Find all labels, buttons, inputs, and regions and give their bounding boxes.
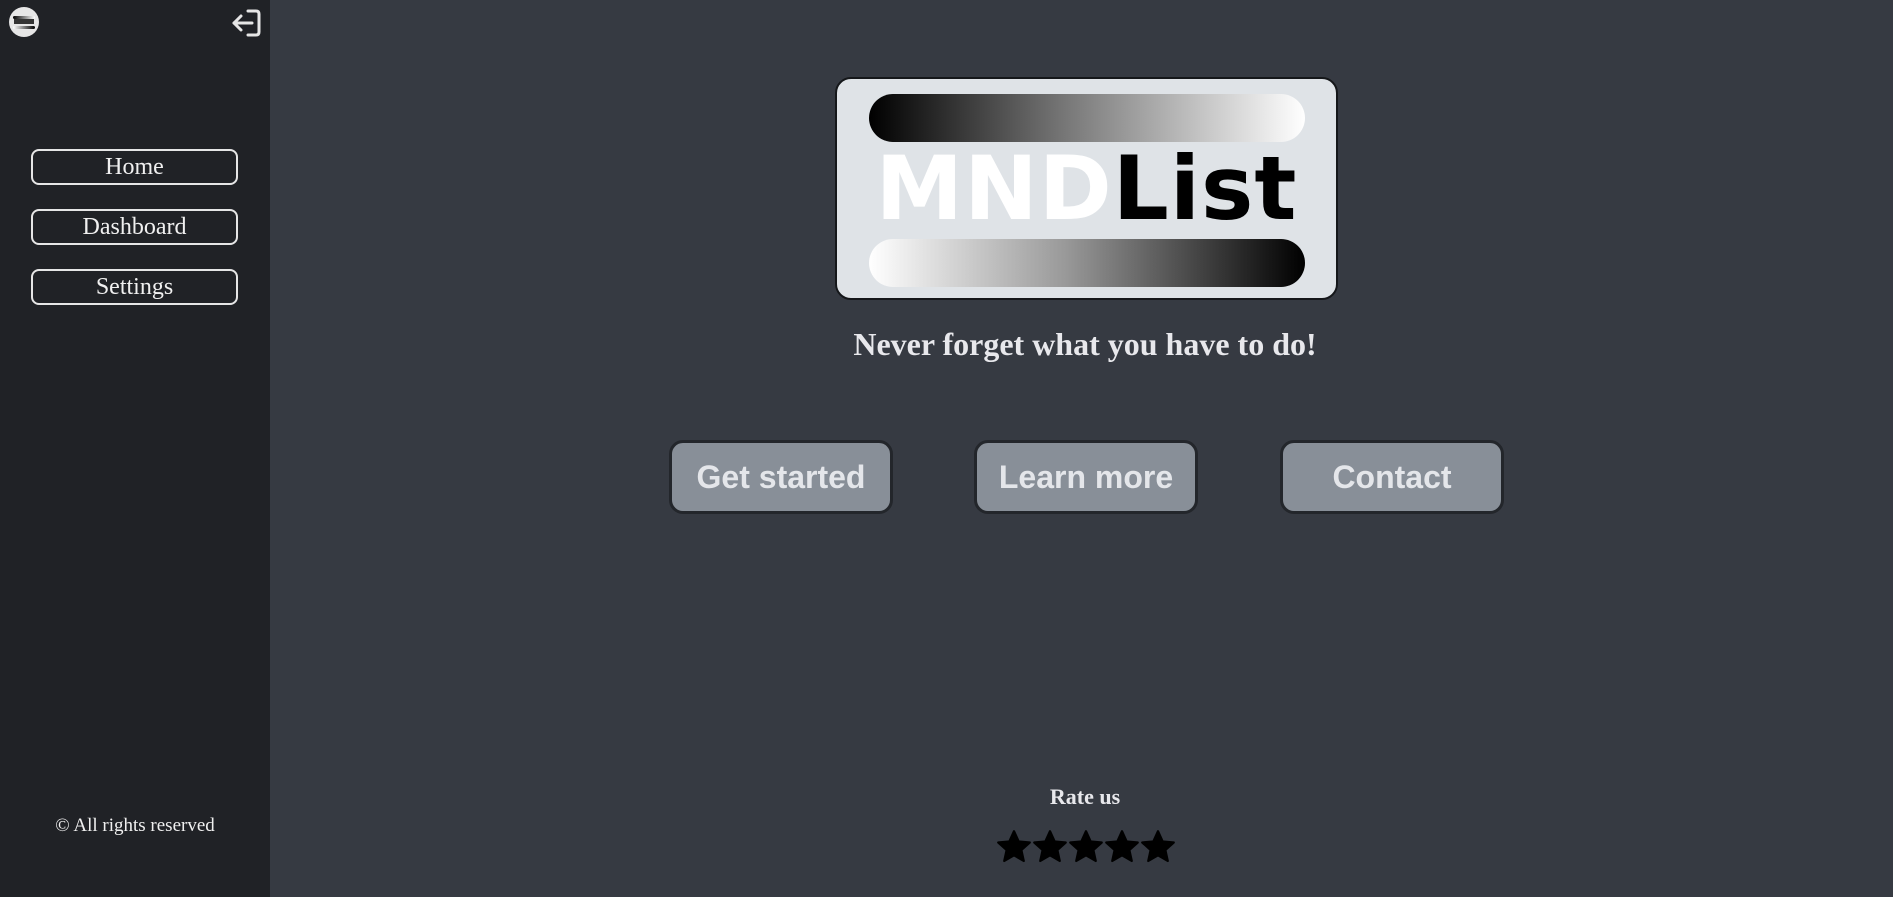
- app-root: Home Dashboard Settings © All rights res…: [0, 0, 1893, 897]
- logo-text-mnd: MND: [875, 137, 1113, 240]
- main-content: MNDList Never forget what you have to do…: [270, 0, 1893, 897]
- nav-home-button[interactable]: Home: [31, 149, 238, 185]
- logo-wordmark: MNDList: [837, 139, 1336, 239]
- star-icon[interactable]: [1104, 829, 1140, 865]
- star-icon[interactable]: [996, 829, 1032, 865]
- logo-bottom-gradient-bar: [869, 239, 1305, 287]
- sidebar: Home Dashboard Settings © All rights res…: [0, 0, 270, 897]
- copyright-text: © All rights reserved: [55, 815, 215, 836]
- app-logo-avatar-icon[interactable]: [9, 7, 39, 37]
- mndlist-logo: MNDList: [835, 77, 1338, 300]
- star-rating: [996, 829, 1186, 869]
- tagline: Never forget what you have to do!: [853, 326, 1317, 362]
- logo-top-gradient-bar: [869, 94, 1305, 142]
- learn-more-button[interactable]: Learn more: [974, 440, 1198, 514]
- logo-text-list: List: [1112, 137, 1298, 240]
- nav-dashboard-button[interactable]: Dashboard: [31, 209, 238, 245]
- contact-button[interactable]: Contact: [1280, 440, 1504, 514]
- rate-us-label: Rate us: [1049, 784, 1121, 809]
- get-started-button[interactable]: Get started: [669, 440, 893, 514]
- sidebar-nav: Home Dashboard Settings: [31, 149, 238, 329]
- star-icon[interactable]: [1032, 829, 1068, 865]
- star-icon[interactable]: [1140, 829, 1176, 865]
- logout-icon[interactable]: [230, 8, 262, 38]
- nav-settings-button[interactable]: Settings: [31, 269, 238, 305]
- star-icon[interactable]: [1068, 829, 1104, 865]
